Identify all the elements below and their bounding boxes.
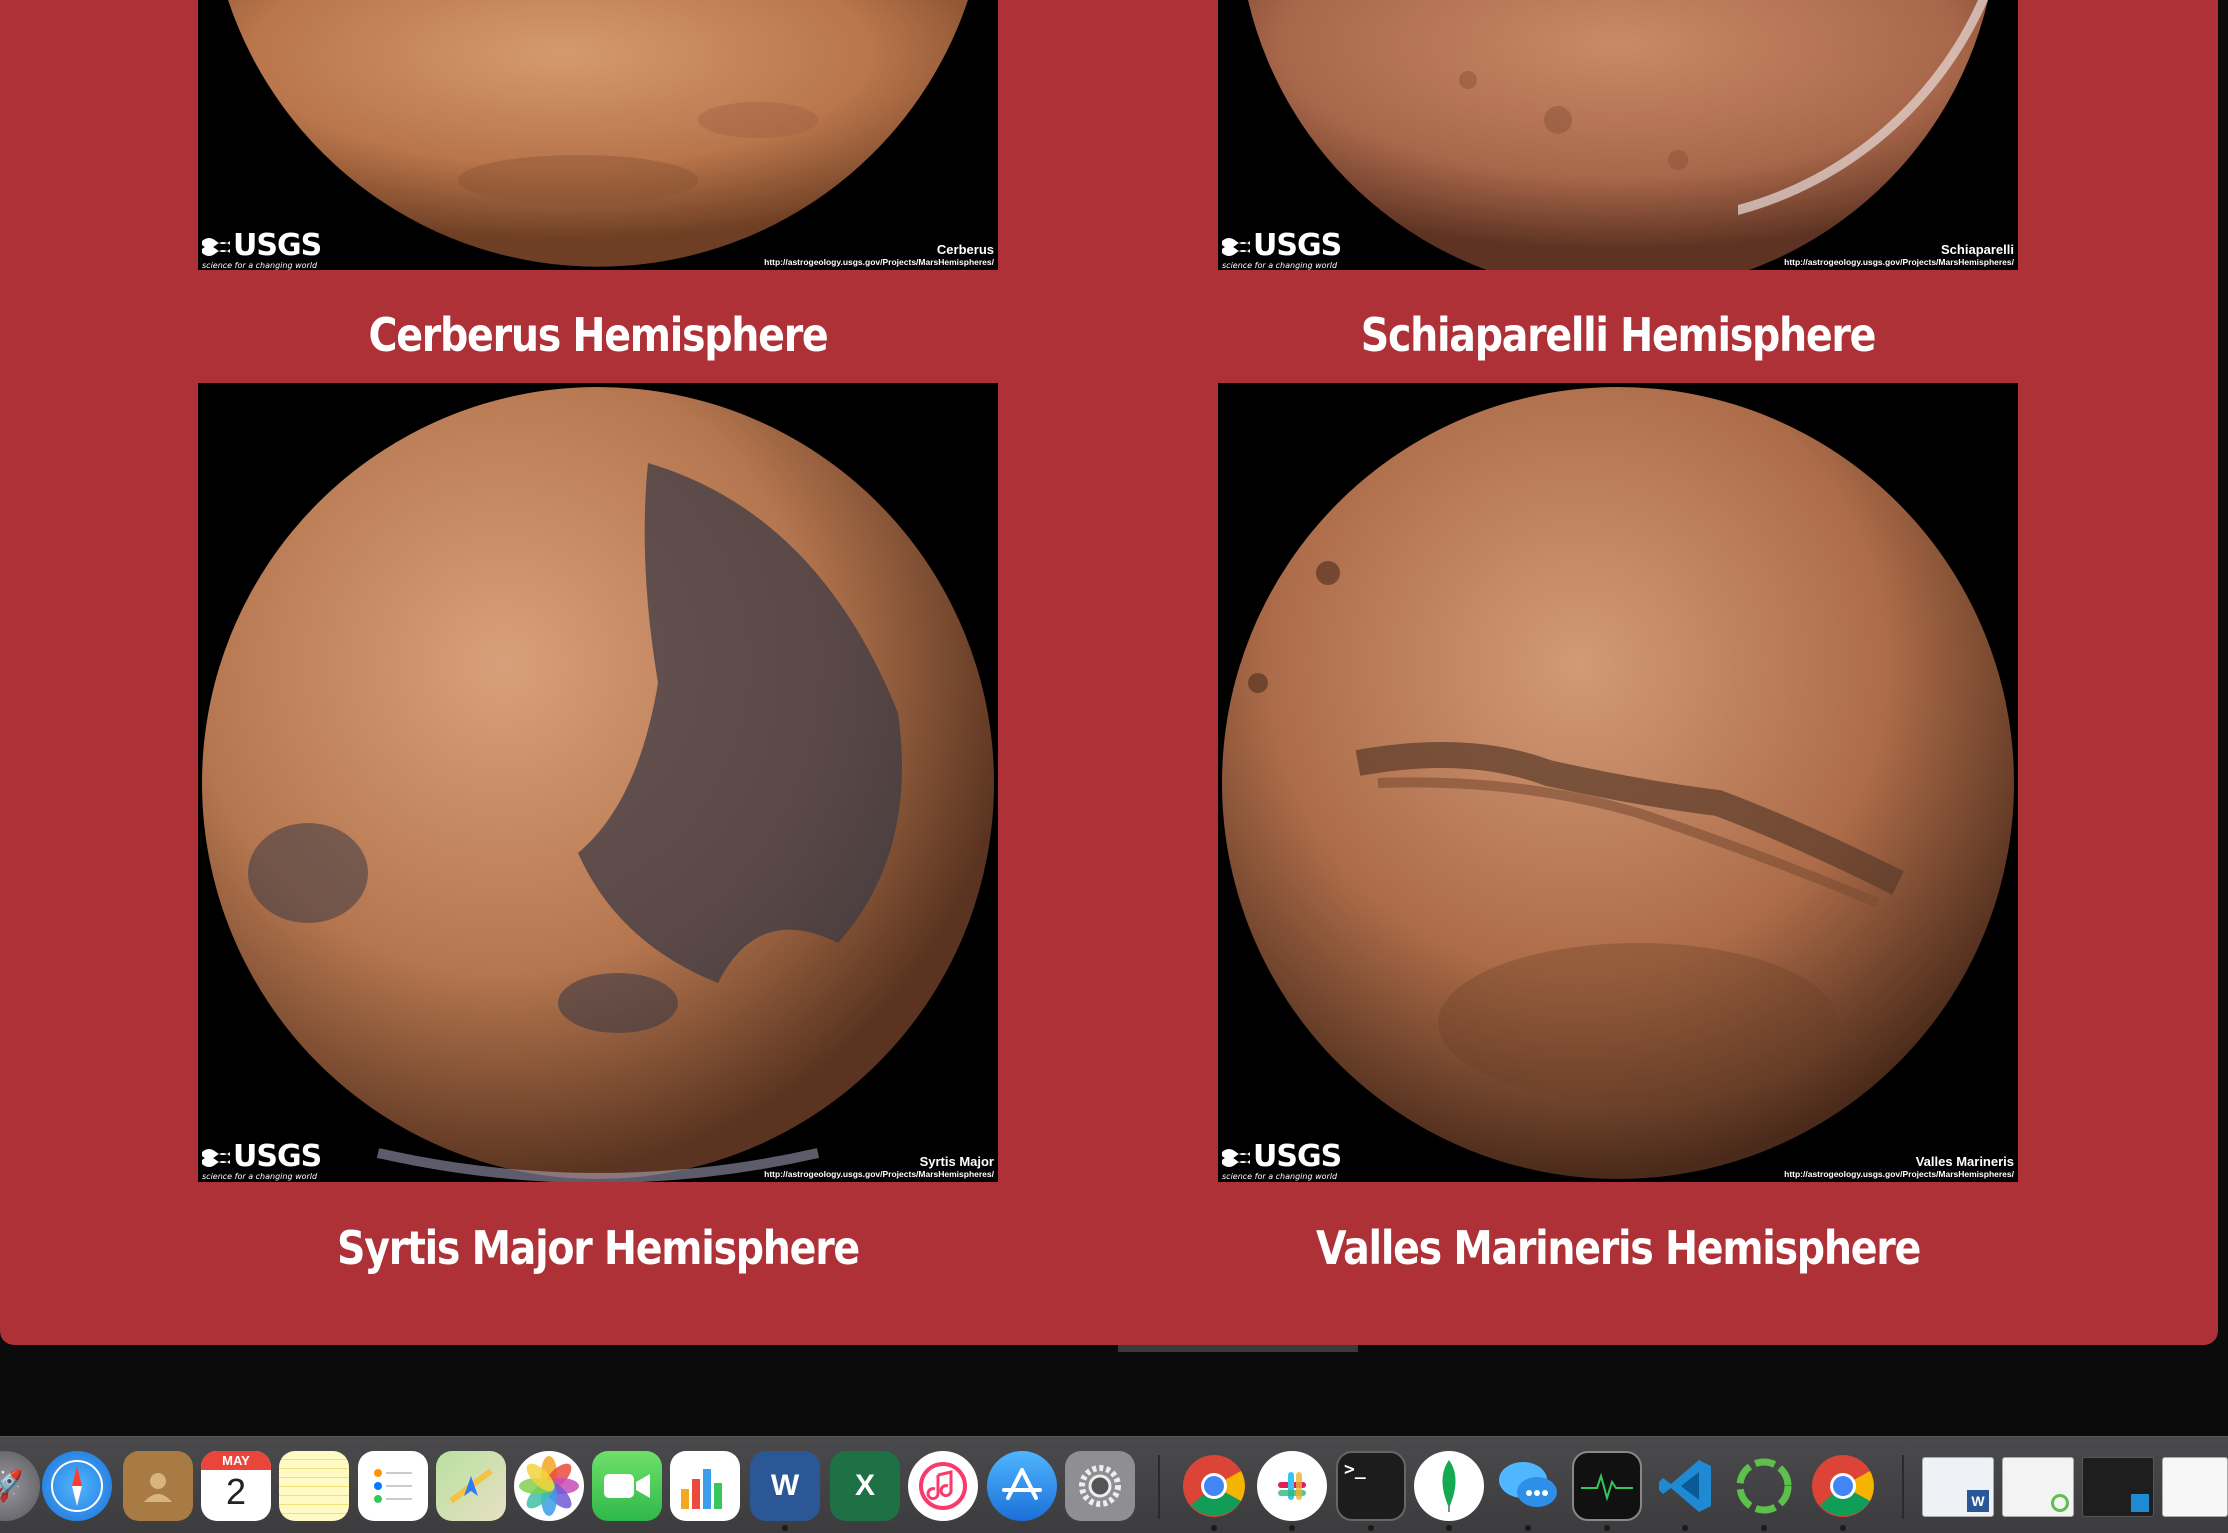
vscode-icon[interactable] (1650, 1451, 1720, 1521)
contacts-icon[interactable] (123, 1451, 193, 1521)
messages-icon[interactable] (1493, 1451, 1563, 1521)
usgs-logo: USGS science for a changing world (1222, 1139, 1342, 1181)
mongodb-compass-icon[interactable] (1414, 1451, 1484, 1521)
hemisphere-title-schiaparelli[interactable]: Schiaparelli Hemisphere (1274, 308, 1962, 362)
image-source-url: http://astrogeology.usgs.gov/Projects/Ma… (764, 257, 994, 267)
window-thumbnail-4[interactable] (2162, 1457, 2228, 1517)
mars-globe-image (198, 383, 998, 1182)
hemisphere-image-schiaparelli[interactable]: USGS science for a changing world Schiap… (1218, 0, 2018, 270)
usgs-wave-icon (202, 1146, 230, 1168)
chrome-icon[interactable] (1179, 1451, 1249, 1521)
image-source-url: http://astrogeology.usgs.gov/Projects/Ma… (764, 1169, 994, 1179)
hemisphere-image-valles-marineris[interactable]: USGS science for a changing world Valles… (1218, 383, 2018, 1182)
sync-icon[interactable] (1729, 1451, 1799, 1521)
image-credit: Valles Marineris http://astrogeology.usg… (1784, 1154, 2014, 1179)
terminal-icon[interactable]: >_ (1336, 1451, 1406, 1521)
usgs-wave-icon (1222, 1146, 1250, 1168)
dock-separator (1902, 1455, 1904, 1519)
usgs-logo-text: USGS (233, 228, 322, 263)
hemisphere-title-cerberus[interactable]: Cerberus Hemisphere (254, 308, 942, 362)
usgs-logo-text: USGS (233, 1139, 322, 1174)
usgs-logo-text: USGS (1253, 228, 1342, 263)
usgs-wave-icon (1222, 235, 1250, 257)
hemisphere-image-syrtis-major[interactable]: USGS science for a changing world Syrtis… (198, 383, 998, 1182)
calendar-icon[interactable]: MAY 2 (201, 1451, 271, 1521)
window-thumbnail-3[interactable] (2082, 1457, 2154, 1517)
usgs-logo: USGS science for a changing world (1222, 228, 1342, 270)
activity-monitor-icon[interactable] (1572, 1451, 1642, 1521)
word-icon[interactable]: W (750, 1451, 820, 1521)
usgs-tagline: science for a changing world (202, 261, 318, 270)
image-credit: Schiaparelli http://astrogeology.usgs.go… (1784, 242, 2014, 267)
image-label: Cerberus (936, 242, 994, 257)
app-store-icon[interactable] (987, 1451, 1057, 1521)
chrome-icon-2[interactable] (1808, 1451, 1878, 1521)
window-thumbnail-1[interactable]: W (1922, 1457, 1994, 1517)
image-source-url: http://astrogeology.usgs.gov/Projects/Ma… (1784, 1169, 2014, 1179)
usgs-logo: USGS science for a changing world (202, 1139, 322, 1181)
image-label: Syrtis Major (919, 1154, 994, 1169)
hemisphere-image-cerberus[interactable]: USGS science for a changing world Cerber… (198, 0, 998, 270)
hemisphere-title-valles-marineris[interactable]: Valles Marineris Hemisphere (1274, 1221, 1962, 1275)
numbers-icon[interactable] (670, 1451, 740, 1521)
window-edge (1118, 1345, 1358, 1352)
slack-icon[interactable] (1257, 1451, 1327, 1521)
calendar-day: 2 (225, 1471, 247, 1512)
usgs-wave-icon (202, 235, 230, 257)
system-preferences-icon[interactable] (1065, 1451, 1135, 1521)
usgs-tagline: science for a changing world (1222, 261, 1338, 270)
mars-globe-image (1218, 383, 2018, 1182)
usgs-logo: USGS science for a changing world (202, 228, 322, 270)
hemispheres-page: USGS science for a changing world Cerber… (0, 0, 2218, 1345)
notes-icon[interactable] (279, 1451, 349, 1521)
excel-icon[interactable]: X (830, 1451, 900, 1521)
facetime-icon[interactable] (592, 1451, 662, 1521)
image-credit: Cerberus http://astrogeology.usgs.gov/Pr… (764, 242, 994, 267)
usgs-tagline: science for a changing world (1222, 1172, 1338, 1181)
image-label: Valles Marineris (1915, 1154, 2014, 1169)
hemisphere-title-syrtis-major[interactable]: Syrtis Major Hemisphere (254, 1221, 942, 1275)
image-label: Schiaparelli (1941, 242, 2014, 257)
image-credit: Syrtis Major http://astrogeology.usgs.go… (764, 1154, 994, 1179)
launchpad-icon[interactable]: 🚀 (0, 1451, 40, 1521)
calendar-month: MAY (201, 1451, 271, 1470)
usgs-tagline: science for a changing world (202, 1172, 318, 1181)
reminders-icon[interactable] (358, 1451, 428, 1521)
window-thumbnail-2[interactable] (2002, 1457, 2074, 1517)
usgs-logo-text: USGS (1253, 1139, 1342, 1174)
photos-icon[interactable] (514, 1451, 584, 1521)
macos-dock: 🚀 MAY 2 W X >_ W (0, 1436, 2228, 1533)
maps-icon[interactable] (436, 1451, 506, 1521)
image-source-url: http://astrogeology.usgs.gov/Projects/Ma… (1784, 257, 2014, 267)
itunes-icon[interactable] (908, 1451, 978, 1521)
safari-icon[interactable] (42, 1451, 112, 1521)
dock-separator (1158, 1455, 1160, 1519)
